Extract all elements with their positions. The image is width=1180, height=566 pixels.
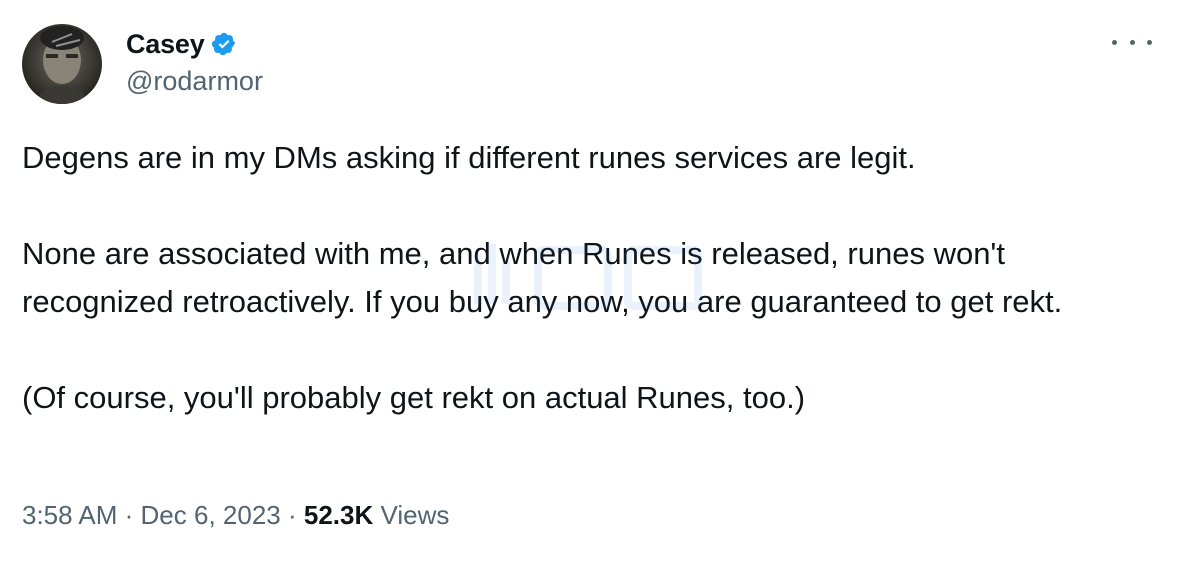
tweet-paragraph: None are associated with me, and when Ru…	[22, 236, 1063, 319]
avatar[interactable]	[22, 24, 102, 104]
meta-separator: ·	[124, 500, 141, 530]
tweet-paragraph: (Of course, you'll probably get rekt on …	[22, 380, 806, 415]
handle[interactable]: @rodarmor	[126, 66, 263, 97]
meta-separator: ·	[287, 500, 304, 530]
more-dot	[1147, 39, 1152, 45]
tweet-meta: 3:58 AM · Dec 6, 2023 · 52.3K Views	[22, 500, 449, 531]
tweet-text: Degens are in my DMs asking if different…	[22, 134, 1152, 422]
tweet-card: Casey @rodarmor Degens are in my DMs ask…	[0, 0, 1180, 566]
views-label: Views	[380, 500, 450, 530]
verified-badge-icon	[211, 31, 237, 57]
name-row: Casey	[126, 26, 263, 62]
avatar-image	[22, 24, 102, 104]
tweet-time[interactable]: 3:58 AM	[22, 500, 117, 530]
more-dot	[1112, 39, 1117, 45]
display-name[interactable]: Casey	[126, 29, 205, 60]
more-horizontal-icon[interactable]	[1112, 30, 1152, 54]
views-count: 52.3K	[303, 500, 381, 530]
tweet-paragraph: Degens are in my DMs asking if different…	[22, 140, 916, 175]
more-dot	[1129, 39, 1135, 45]
tweet-date[interactable]: Dec 6, 2023	[141, 500, 281, 530]
author-block: Casey @rodarmor	[126, 26, 263, 97]
